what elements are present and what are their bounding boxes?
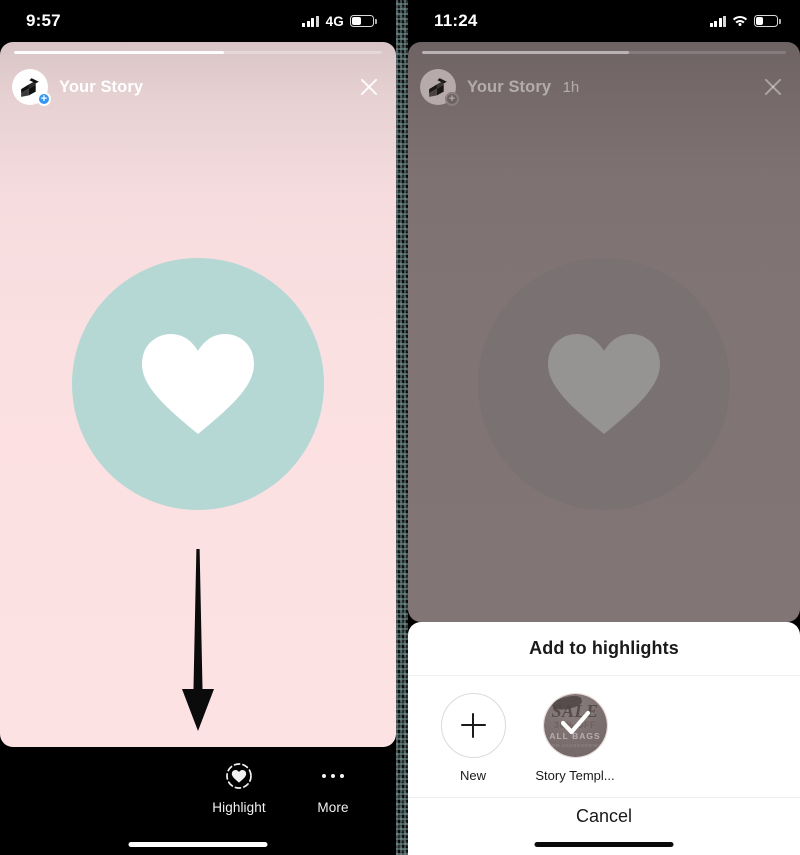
highlight-heart-icon [225,761,253,791]
heart-icon [142,334,254,434]
more-button[interactable]: More [300,761,366,815]
home-indicator[interactable] [534,842,674,847]
battery-icon [350,15,377,27]
left-story-card[interactable]: + Your Story [0,42,396,747]
phone-separator [396,0,408,855]
highlight-button[interactable]: Highlight [206,761,272,815]
screenshot-stage: 9:57 4G + Your Story Highlight More 11:2… [0,0,800,855]
story-header: + Your Story [12,64,384,110]
story-username: Your Story 1h [467,77,580,96]
sheet-title: Add to highlights [529,637,679,658]
story-progress-fill [422,51,630,54]
story-username: Your Story [59,77,144,96]
story-timestamp: 1h [562,78,580,96]
list-item[interactable]: SALE 30% OFF ALL BAGS AND ACCESSORIES St… [532,692,618,783]
close-icon[interactable] [758,72,788,102]
more-button-label: More [317,800,349,815]
battery-icon [754,15,781,27]
wifi-icon [732,15,748,27]
story-medallion-graphic [72,258,324,510]
status-time: 9:57 [26,11,61,30]
story-progress-fill [14,51,224,54]
status-indicators: 4G [302,13,377,29]
avatar[interactable]: + [12,69,51,106]
new-highlight-circle [440,692,506,758]
story-cover-thumbnail: SALE 30% OFF ALL BAGS AND ACCESSORIES [542,692,608,758]
right-status-bar: 11:24 [408,0,800,42]
cellular-bars-icon [302,15,319,27]
left-phone-screen: 9:57 4G + Your Story Highlight More [0,0,396,855]
add-to-highlights-sheet: Add to highlights New SALE 30% OFF ALL B… [408,622,800,855]
checkmark-icon [544,694,607,757]
plus-badge-icon: + [37,92,51,106]
status-time: 11:24 [434,11,478,30]
down-arrow-annotation-icon [176,547,220,737]
heart-icon [548,334,660,434]
new-highlight-button[interactable]: New [430,692,516,783]
close-icon[interactable] [354,72,384,102]
status-indicators [709,15,781,27]
plus-icon [460,712,486,738]
story-progress-bar [422,51,786,54]
left-status-bar: 9:57 4G [0,0,396,42]
highlights-list: New SALE 30% OFF ALL BAGS AND ACCESSORIE… [408,676,800,797]
network-type-label: 4G [325,13,344,29]
cellular-bars-icon [709,15,726,27]
highlight-item-label: Story Templ... [535,767,615,783]
new-highlight-label: New [459,767,486,783]
story-header: + Your Story 1h [420,64,788,110]
right-story-card[interactable]: + Your Story 1h [408,42,800,622]
avatar[interactable]: + [420,69,459,106]
highlight-button-label: Highlight [212,800,266,815]
right-phone-screen: 11:24 + Your Story 1h Add to highlights … [408,0,800,855]
left-story-toolbar: Highlight More [0,747,396,855]
more-dots-icon [321,761,345,791]
story-progress-bar [14,51,382,54]
plus-badge-icon: + [445,92,459,106]
home-indicator[interactable] [128,842,268,847]
story-medallion-graphic [478,258,730,510]
